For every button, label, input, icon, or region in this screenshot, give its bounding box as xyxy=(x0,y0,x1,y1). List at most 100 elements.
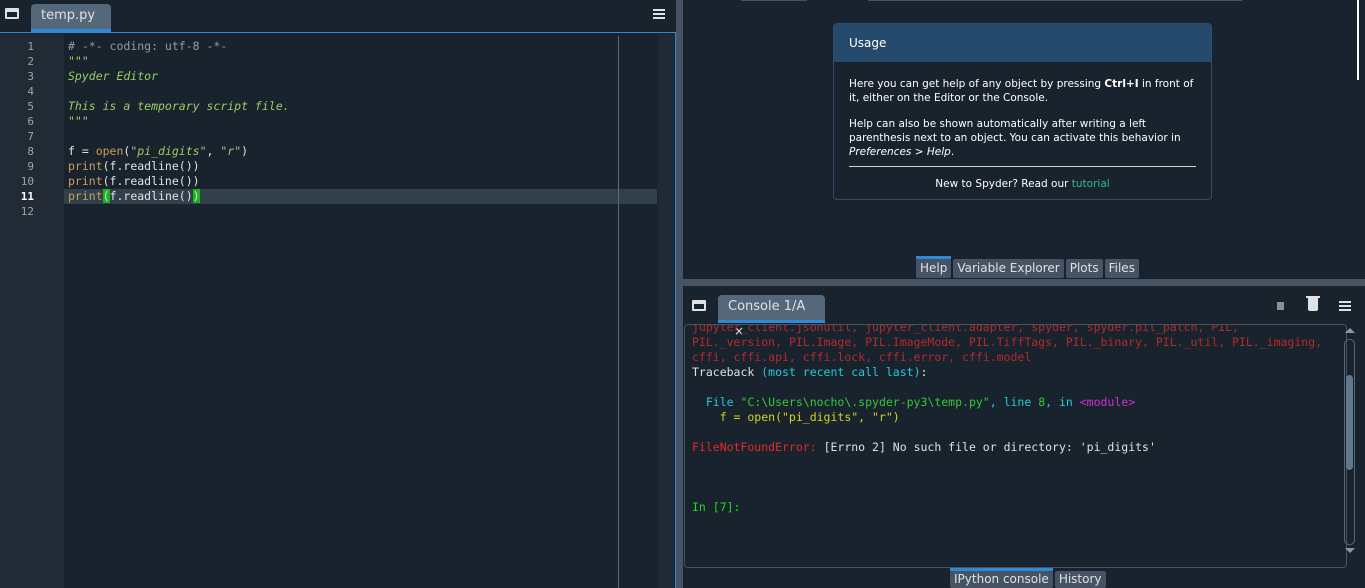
code-token: f.readline() xyxy=(109,189,193,203)
undock-pane-icon[interactable] xyxy=(692,300,706,311)
usage-title: Usage xyxy=(834,24,1211,62)
editor-scrollbar[interactable] xyxy=(658,34,674,588)
code-editor[interactable]: # -*- coding: utf-8 -*- """ Spyder Editor T… xyxy=(64,34,658,588)
code-line: # -*- coding: utf-8 -*- xyxy=(68,39,227,54)
console-text: , line xyxy=(989,395,1039,409)
line-number-gutter: 1 2 3 4 5 6 7 8 9 10 11 12 xyxy=(0,34,64,588)
matched-bracket: ) xyxy=(192,189,200,203)
usage-footer: New to Spyder? Read our tutorial xyxy=(935,178,1110,190)
usage-panel: Usage Here you can get help of any objec… xyxy=(833,23,1212,200)
tab-files[interactable]: Files xyxy=(1104,259,1139,278)
line-number: 2 xyxy=(27,55,34,68)
code-token: print xyxy=(68,174,103,188)
pane-splitter-vertical[interactable] xyxy=(676,0,683,588)
tab-ipython-console[interactable]: IPython console xyxy=(950,568,1053,588)
console-text: File xyxy=(692,395,741,409)
console-pane: Console 1/A × jupyter_client.jsonutil, j… xyxy=(683,286,1359,588)
console-output-area[interactable]: jupyter_client.jsonutil, jupyter_client.… xyxy=(684,324,1347,568)
code-line: print(f.readline()) xyxy=(68,159,200,174)
line-number: 11 xyxy=(20,190,34,203)
code-token: """ xyxy=(68,54,89,68)
editor-options-menu-icon[interactable] xyxy=(653,9,665,19)
code-token: print xyxy=(68,159,103,173)
tutorial-link[interactable]: tutorial xyxy=(1072,178,1110,190)
code-line: print(f.readline()) xyxy=(68,174,200,189)
code-token: "r" xyxy=(220,144,242,158)
line-number: 3 xyxy=(27,70,34,83)
code-token: open xyxy=(95,144,124,158)
line-number: 6 xyxy=(27,115,34,128)
code-token: "pi_digits" xyxy=(130,144,207,158)
toolbar-stub xyxy=(741,0,807,1)
help-pane-tabs: Help Variable Explorer Plots Files xyxy=(916,256,1139,278)
scroll-down-arrow-icon[interactable] xyxy=(1345,548,1355,553)
console-text: [Errno 2] No such file or directory: 'pi… xyxy=(823,440,1156,454)
console-tab[interactable]: Console 1/A × xyxy=(718,295,825,338)
line-number: 9 xyxy=(27,160,34,173)
line-number: 1 xyxy=(27,40,34,53)
console-output-line: jupyter_client.jsonutil, jupyter_client.… xyxy=(692,324,1322,335)
console-text: cffi, cffi.api, cffi.lock, cffi.error, c… xyxy=(692,350,1032,364)
usage-paragraph-1: Here you can get help of any object by p… xyxy=(849,78,1194,104)
code-line: This is a temporary script file. xyxy=(68,99,290,114)
usage-body: Here you can get help of any object by p… xyxy=(834,62,1211,191)
tab-variable-explorer[interactable]: Variable Explorer xyxy=(953,259,1064,278)
code-line: """ xyxy=(68,114,89,129)
console-output: jupyter_client.jsonutil, jupyter_client.… xyxy=(692,324,1322,515)
console-text: , in xyxy=(1045,395,1080,409)
tab-help[interactable]: Help xyxy=(916,256,952,278)
tab-history[interactable]: History xyxy=(1054,571,1106,588)
undock-pane-icon[interactable] xyxy=(5,8,19,19)
code-line: Spyder Editor xyxy=(68,69,158,84)
editor-tab-temp-py[interactable]: temp.py × xyxy=(31,4,111,47)
matched-bracket: ( xyxy=(102,189,110,203)
code-token: , xyxy=(206,144,221,158)
console-prompt: In [7]: xyxy=(692,500,741,514)
line-number: 7 xyxy=(27,130,34,143)
console-scrollbar[interactable] xyxy=(1343,328,1357,554)
console-output-line: Traceback (most recent call last): xyxy=(692,365,1322,380)
tab-plots[interactable]: Plots xyxy=(1065,259,1103,278)
pane-splitter-horizontal[interactable] xyxy=(683,279,1365,286)
line-number: 8 xyxy=(27,145,34,158)
usage-divider xyxy=(849,166,1196,167)
console-output-line: In [7]: xyxy=(692,500,1322,515)
console-options-menu-icon[interactable] xyxy=(1339,301,1351,311)
stop-kernel-icon[interactable] xyxy=(1277,302,1284,310)
code-token: ) xyxy=(241,144,249,158)
scroll-thumb[interactable] xyxy=(1346,375,1353,470)
edge-line-marker xyxy=(618,36,619,588)
console-text: jupyter_client.jsonutil, jupyter_client.… xyxy=(692,324,1239,334)
editor-tab-label: temp.py xyxy=(41,8,96,23)
console-text: <module> xyxy=(1079,395,1136,409)
editor-pane: temp.py × 123456789101112 # -*- coding: … xyxy=(0,0,676,588)
line-number: 4 xyxy=(27,85,34,98)
line-number: 5 xyxy=(27,100,34,113)
code-token: """ xyxy=(68,114,89,128)
code-token: print xyxy=(68,189,103,203)
window-edge xyxy=(1357,0,1359,80)
console-output-line: f = open("pi_digits", "r") xyxy=(692,410,1322,425)
line-number: 12 xyxy=(20,205,34,218)
code-token: f = xyxy=(68,144,96,158)
console-output-line: cffi, cffi.api, cffi.lock, cffi.error, c… xyxy=(692,350,1322,365)
console-output-line: File "C:\Users\nocho\.spyder-py3\temp.py… xyxy=(692,395,1322,410)
scroll-up-arrow-icon[interactable] xyxy=(1345,328,1355,333)
line-number: 10 xyxy=(20,175,34,188)
console-text: : xyxy=(920,365,928,379)
toolbar-stub xyxy=(868,0,1242,1)
scroll-track[interactable] xyxy=(1344,339,1355,545)
console-output-line: PIL._version, PIL.Image, PIL.ImageMode, … xyxy=(692,335,1322,350)
console-text: FileNotFoundError xyxy=(692,440,810,454)
trash-icon[interactable] xyxy=(1306,296,1320,311)
console-tab-label: Console 1/A xyxy=(728,299,806,314)
code-token: Spyder Editor xyxy=(68,69,159,83)
console-text: f = open("pi_digits", "r") xyxy=(692,410,900,424)
code-token: (f.readline()) xyxy=(102,174,200,188)
usage-paragraph-2: Help can also be shown automatically aft… xyxy=(849,118,1181,158)
console-output-line: FileNotFoundError: [Errno 2] No such fil… xyxy=(692,440,1322,455)
